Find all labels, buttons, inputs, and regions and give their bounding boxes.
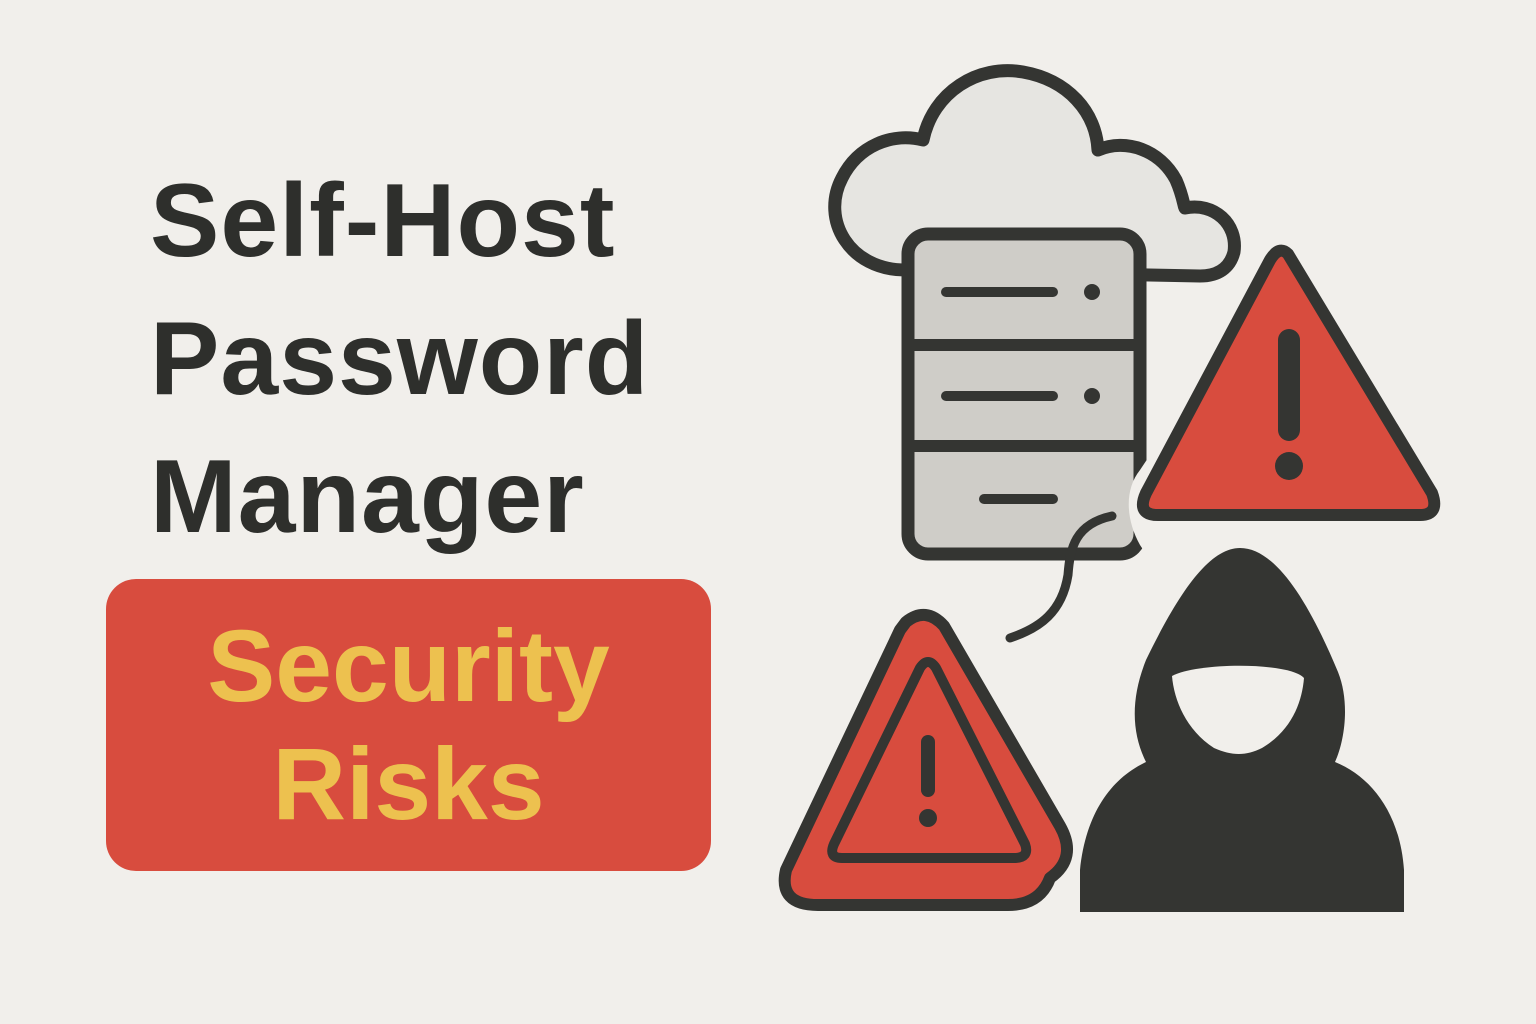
warning-icon [778, 609, 1073, 911]
title-line: Password [150, 301, 650, 417]
warning-icon [1137, 244, 1441, 521]
badge-text: Security Risks [207, 607, 610, 843]
title-line: Manager [150, 439, 585, 555]
page-title: Self-Host Password Manager [150, 152, 710, 566]
title-line: Self-Host [150, 163, 616, 279]
badge-line: Security [207, 609, 610, 723]
server-icon [901, 227, 1150, 561]
hacker-icon [1080, 548, 1404, 912]
security-illustration [778, 64, 1441, 912]
hero-graphic: Self-Host Password Manager Security Risk… [0, 0, 1536, 1024]
badge-line: Risks [272, 727, 545, 841]
security-risks-badge: Security Risks [106, 579, 711, 871]
